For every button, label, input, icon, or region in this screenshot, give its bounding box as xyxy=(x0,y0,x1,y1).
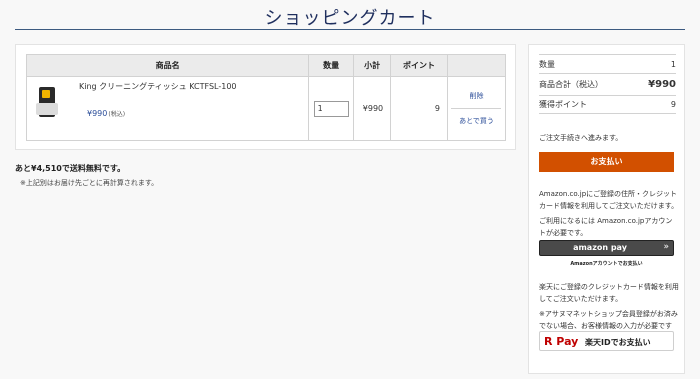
buy-later-link[interactable]: あとで買う xyxy=(448,116,505,126)
amazon-pay-logo: amazon pay xyxy=(573,243,627,252)
summary-table: 数量 1 商品合計（税込） ¥990 獲得ポイント 9 xyxy=(539,54,676,114)
rakuten-pay-button[interactable]: R Pay 楽天IDでお支払い xyxy=(539,331,674,351)
points-cell: 9 xyxy=(390,76,448,141)
title-divider xyxy=(15,29,685,30)
product-price: ¥990(税込) xyxy=(87,109,125,118)
summary-points-value: 9 xyxy=(670,100,676,109)
amazon-pay-info: Amazon.co.jpにご登録の住所・クレジットカード情報を利用してご注文いた… xyxy=(539,188,679,239)
amazon-pay-caption: Amazonアカウントでお支払い xyxy=(570,261,643,267)
product-price-value: ¥990 xyxy=(87,109,108,118)
rakuten-pay-label: 楽天IDでお支払い xyxy=(585,338,651,347)
header-quantity: 数量 xyxy=(308,54,355,77)
delete-link[interactable]: 削除 xyxy=(448,91,505,101)
rakuten-member-note: ※アサヌマネットショップ会員登録がお済みでない場合、お客様情報の入力が必要です xyxy=(539,310,678,330)
page-title: ショッピングカート xyxy=(264,8,436,29)
order-summary-panel: 数量 1 商品合計（税込） ¥990 獲得ポイント 9 ご注文手続きへ進みます。… xyxy=(528,44,685,374)
free-shipping-message: あと¥4,510で送料無料です。 xyxy=(15,164,126,173)
rakuten-pay-logo: R Pay xyxy=(544,335,579,348)
cart-panel: 商品名 数量 小計 ポイント King クリーニングティッシュ KCTFSL-1… xyxy=(15,44,516,150)
header-subtotal: 小計 xyxy=(353,54,392,77)
summary-total-row: 商品合計（税込） ¥990 xyxy=(539,73,676,95)
header-actions xyxy=(446,54,507,77)
header-points: ポイント xyxy=(390,54,448,77)
summary-qty-value: 1 xyxy=(670,59,676,69)
summary-points-label: 獲得ポイント xyxy=(539,100,587,109)
actions-divider xyxy=(451,108,502,109)
summary-qty-label: 数量 xyxy=(539,59,555,69)
summary-points-row: 獲得ポイント 9 xyxy=(539,95,676,114)
product-cell: King クリーニングティッシュ KCTFSL-100 ¥990(税込) xyxy=(25,76,310,141)
summary-total-label: 商品合計（税込） xyxy=(539,80,603,89)
checkout-button[interactable]: お支払い xyxy=(539,152,674,172)
amazon-info-text: Amazon.co.jpにご登録の住所・クレジットカード情報を利用してご注文いた… xyxy=(539,190,679,210)
cart-table: 商品名 数量 小計 ポイント King クリーニングティッシュ KCTFSL-1… xyxy=(25,54,507,141)
actions-cell: 削除 あとで買う xyxy=(446,76,507,141)
quantity-cell xyxy=(308,76,355,141)
product-name[interactable]: King クリーニングティッシュ KCTFSL-100 xyxy=(79,81,237,92)
rakuten-pay-info: 楽天にご登録のクレジットカード情報を利用してご注文いただけます。 ※アサヌマネッ… xyxy=(539,281,679,332)
recalc-note: ※上記別はお届け先ごとに再計算されます。 xyxy=(20,179,159,187)
quantity-input[interactable] xyxy=(313,100,349,117)
summary-qty-row: 数量 1 xyxy=(539,54,676,73)
amazon-pay-button[interactable]: amazon pay » xyxy=(539,240,674,256)
rakuten-info-text: 楽天にご登録のクレジットカード情報を利用してご注文いただけます。 xyxy=(539,283,679,303)
chevron-double-right-icon: » xyxy=(663,242,669,252)
tax-label: (税込) xyxy=(108,111,126,118)
summary-total-value: ¥990 xyxy=(648,79,676,90)
cart-row: King クリーニングティッシュ KCTFSL-100 ¥990(税込) ¥99… xyxy=(25,76,507,141)
amazon-account-note: ご利用になるには Amazon.co.jpアカウントが必要です。 xyxy=(539,217,673,237)
proceed-text: ご注文手続きへ進みます。 xyxy=(539,134,623,142)
header-product-name: 商品名 xyxy=(25,54,310,77)
subtotal-cell: ¥990 xyxy=(353,76,392,141)
product-image[interactable] xyxy=(36,87,58,117)
